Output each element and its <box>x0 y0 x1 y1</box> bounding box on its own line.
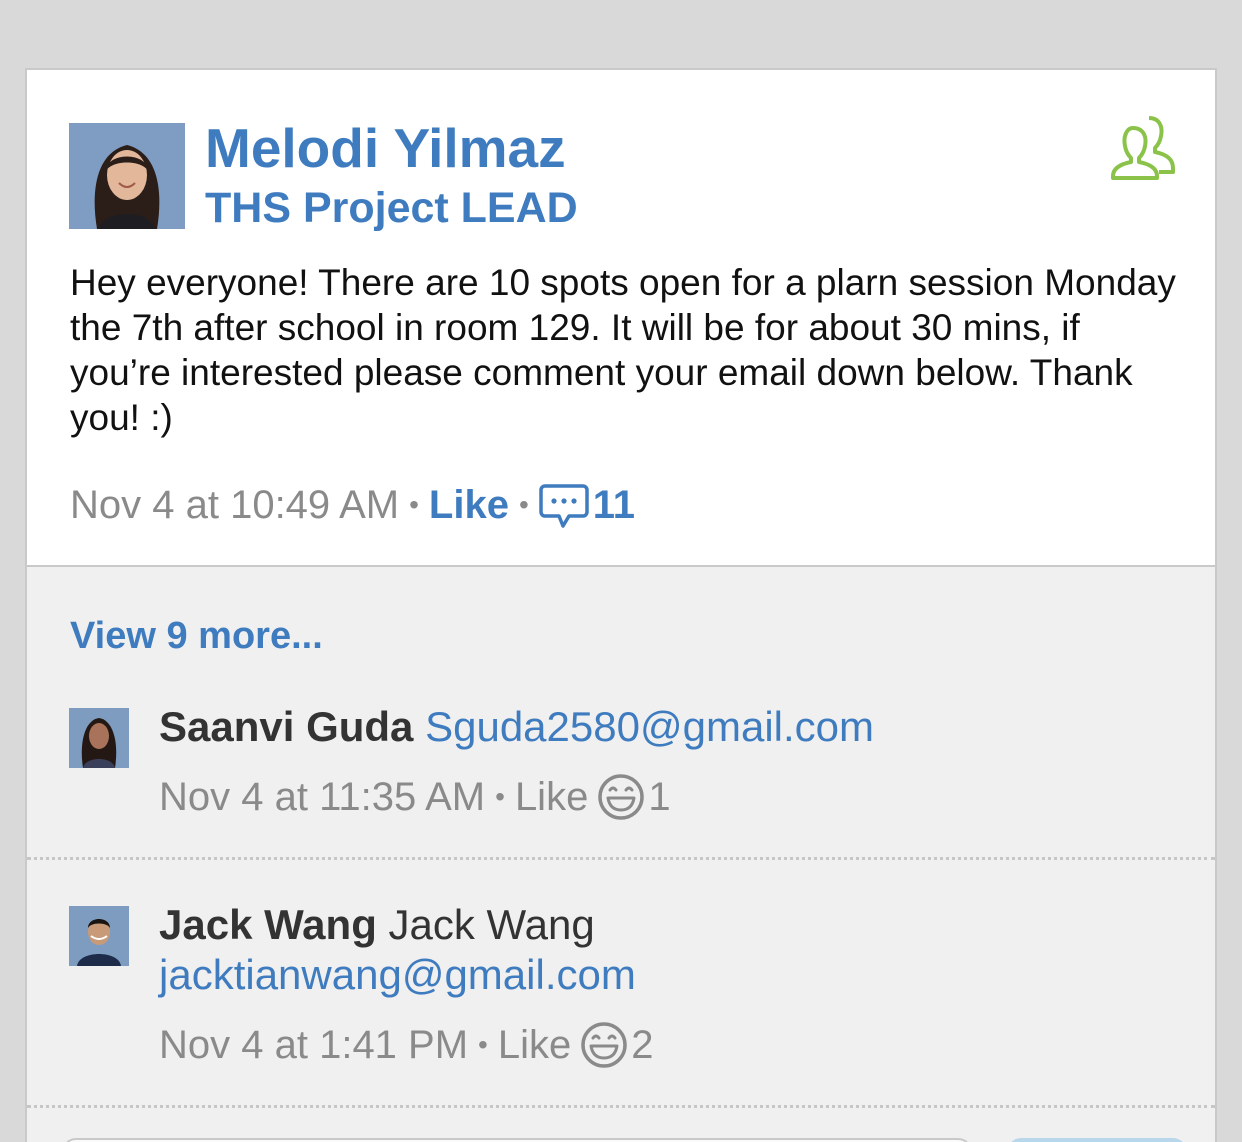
separator-dot: • <box>409 489 419 520</box>
comment-like-button[interactable]: Like <box>498 1023 571 1068</box>
author-name[interactable]: Melodi Yilmaz <box>205 116 566 180</box>
like-button[interactable]: Like <box>429 483 509 528</box>
comment-like-button[interactable]: Like <box>515 775 588 820</box>
post: Melodi Yilmaz THS Project LEAD Hey every… <box>27 70 1215 567</box>
smile-icon[interactable] <box>596 772 646 822</box>
comment-plain-text: Jack Wang <box>388 901 595 948</box>
author-avatar-image <box>69 123 185 229</box>
group-icon[interactable] <box>1109 112 1179 182</box>
author-avatar[interactable] <box>69 123 185 229</box>
separator-dot: • <box>518 489 529 520</box>
comment-item: Saanvi Guda Sguda2580@gmail.com Nov 4 at… <box>27 702 1215 860</box>
post-card: Melodi Yilmaz THS Project LEAD Hey every… <box>25 68 1217 1142</box>
commenter-avatar-image <box>69 906 129 966</box>
view-more-comments-link[interactable]: View 9 more... <box>70 615 323 658</box>
comment-timestamp: Nov 4 at 11:35 AM <box>159 774 486 819</box>
reaction-count: 1 <box>648 774 671 819</box>
commenter-avatar[interactable] <box>69 708 129 768</box>
comment-timestamp: Nov 4 at 1:41 PM <box>159 1022 469 1067</box>
comment-count[interactable]: 11 <box>593 483 635 528</box>
commenter-avatar[interactable] <box>69 906 129 966</box>
post-meta: Nov 4 at 10:49 AM • Like • 11 <box>70 480 635 530</box>
separator-dot: • <box>495 781 505 812</box>
comment-text: Jack Wang Jack Wang jacktianwang@gmail.c… <box>159 900 1179 1000</box>
separator-dot: • <box>478 1029 488 1060</box>
post-body: Hey everyone! There are 10 spots open fo… <box>70 262 1176 438</box>
smile-icon[interactable] <box>579 1020 629 1070</box>
comment-email-link[interactable]: jacktianwang@gmail.com <box>159 951 636 998</box>
commenter-name[interactable]: Saanvi Guda <box>159 703 413 750</box>
comment-text: Saanvi Guda Sguda2580@gmail.com <box>159 702 1179 752</box>
comment-input[interactable] <box>62 1138 972 1142</box>
post-comment-button[interactable] <box>1007 1138 1187 1142</box>
commenter-name[interactable]: Jack Wang <box>159 901 377 948</box>
reaction-count: 2 <box>631 1022 654 1067</box>
comment-meta: Nov 4 at 1:41 PM • Like 2 <box>159 1020 654 1070</box>
commenter-avatar-image <box>69 708 129 768</box>
comment-icon[interactable] <box>539 480 589 530</box>
comment-item: Jack Wang Jack Wang jacktianwang@gmail.c… <box>27 900 1215 1108</box>
post-timestamp: Nov 4 at 10:49 AM <box>70 482 400 527</box>
group-name[interactable]: THS Project LEAD <box>205 182 578 234</box>
comment-email-link[interactable]: Sguda2580@gmail.com <box>425 703 874 750</box>
comment-meta: Nov 4 at 11:35 AM • Like 1 <box>159 772 671 822</box>
